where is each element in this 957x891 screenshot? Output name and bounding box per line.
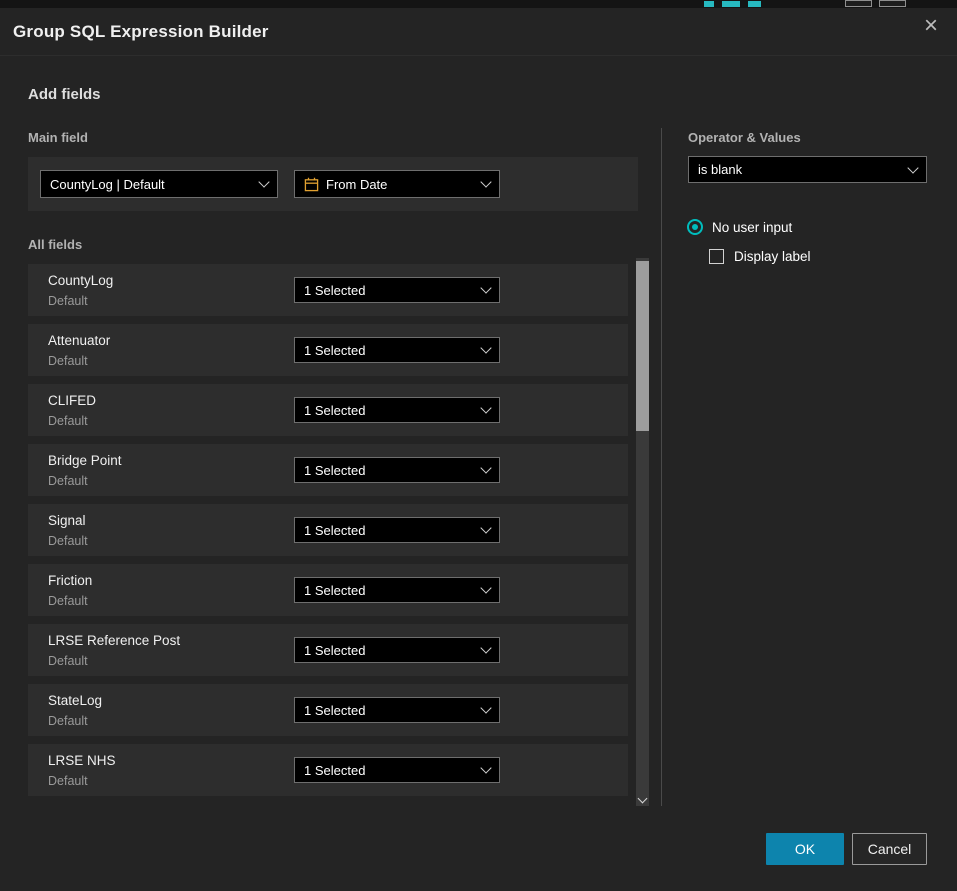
- field-row: CountyLog Default 1 Selected: [28, 264, 628, 316]
- field-name: LRSE NHS: [48, 753, 116, 768]
- background-fragment: [722, 1, 740, 7]
- main-field-label: Main field: [28, 130, 88, 145]
- field-selected-dropdown[interactable]: 1 Selected: [294, 637, 500, 663]
- field-name: CountyLog: [48, 273, 113, 288]
- cancel-button[interactable]: Cancel: [852, 833, 927, 865]
- panel-divider: [661, 128, 662, 806]
- chevron-down-icon: [907, 162, 918, 173]
- field-subtitle: Default: [48, 354, 88, 368]
- main-field-field-value: From Date: [326, 177, 482, 192]
- field-subtitle: Default: [48, 594, 88, 608]
- chevron-down-icon: [480, 762, 491, 773]
- field-name: Attenuator: [48, 333, 110, 348]
- field-name: StateLog: [48, 693, 102, 708]
- field-selected-dropdown[interactable]: 1 Selected: [294, 697, 500, 723]
- field-row: LRSE NHS Default 1 Selected: [28, 744, 628, 796]
- background-app-strip: [0, 0, 957, 8]
- main-field-field-dropdown[interactable]: From Date: [294, 170, 500, 198]
- no-user-input-option: No user input: [687, 219, 792, 235]
- field-selected-dropdown[interactable]: 1 Selected: [294, 757, 500, 783]
- dialog-titlebar: Group SQL Expression Builder: [0, 8, 957, 56]
- field-selected-value: 1 Selected: [304, 523, 482, 538]
- field-subtitle: Default: [48, 474, 88, 488]
- chevron-down-icon: [480, 582, 491, 593]
- dialog-title: Group SQL Expression Builder: [13, 22, 269, 42]
- field-row: Attenuator Default 1 Selected: [28, 324, 628, 376]
- field-row: Signal Default 1 Selected: [28, 504, 628, 556]
- field-subtitle: Default: [48, 414, 88, 428]
- field-selected-value: 1 Selected: [304, 283, 482, 298]
- chevron-down-icon: [480, 282, 491, 293]
- operator-value: is blank: [698, 162, 909, 177]
- chevron-down-icon: [258, 176, 269, 187]
- field-selected-value: 1 Selected: [304, 583, 482, 598]
- field-selected-value: 1 Selected: [304, 463, 482, 478]
- background-fragment: [748, 1, 761, 7]
- field-selected-value: 1 Selected: [304, 403, 482, 418]
- operator-dropdown[interactable]: is blank: [688, 156, 927, 183]
- field-selected-dropdown[interactable]: 1 Selected: [294, 577, 500, 603]
- field-subtitle: Default: [48, 774, 88, 788]
- all-fields-list: CountyLog Default 1 Selected Attenuator …: [28, 264, 628, 796]
- field-selected-dropdown[interactable]: 1 Selected: [294, 457, 500, 483]
- chevron-down-icon: [480, 402, 491, 413]
- field-row: StateLog Default 1 Selected: [28, 684, 628, 736]
- field-selected-dropdown[interactable]: 1 Selected: [294, 337, 500, 363]
- background-fragment: [879, 0, 906, 7]
- field-selected-value: 1 Selected: [304, 643, 482, 658]
- field-subtitle: Default: [48, 714, 88, 728]
- background-fragment: [845, 0, 872, 7]
- background-fragment: [704, 1, 714, 7]
- display-label-text: Display label: [734, 249, 811, 264]
- chevron-down-icon: [480, 702, 491, 713]
- main-field-source-dropdown[interactable]: CountyLog | Default: [40, 170, 278, 198]
- group-sql-expression-builder-dialog: Group SQL Expression Builder × Add field…: [0, 0, 957, 891]
- main-field-source-value: CountyLog | Default: [50, 177, 260, 192]
- main-field-panel: CountyLog | Default From Date: [28, 157, 638, 211]
- calendar-icon: [304, 177, 319, 192]
- scrollbar-track[interactable]: [636, 258, 649, 806]
- field-name: Signal: [48, 513, 86, 528]
- scrollbar-thumb[interactable]: [636, 261, 649, 431]
- all-fields-label: All fields: [28, 237, 82, 252]
- field-selected-value: 1 Selected: [304, 703, 482, 718]
- field-row: CLIFED Default 1 Selected: [28, 384, 628, 436]
- field-name: Friction: [48, 573, 92, 588]
- field-selected-value: 1 Selected: [304, 763, 482, 778]
- radio-dot: [692, 224, 698, 230]
- field-row: Friction Default 1 Selected: [28, 564, 628, 616]
- chevron-down-icon: [480, 342, 491, 353]
- field-subtitle: Default: [48, 294, 88, 308]
- field-selected-value: 1 Selected: [304, 343, 482, 358]
- chevron-down-icon: [480, 462, 491, 473]
- chevron-down-icon: [480, 642, 491, 653]
- field-name: CLIFED: [48, 393, 96, 408]
- add-fields-heading: Add fields: [28, 86, 101, 103]
- chevron-down-icon: [480, 522, 491, 533]
- scrollbar-down-arrow-icon[interactable]: [638, 794, 648, 804]
- field-selected-dropdown[interactable]: 1 Selected: [294, 397, 500, 423]
- field-subtitle: Default: [48, 534, 88, 548]
- no-user-input-label: No user input: [712, 220, 792, 235]
- ok-button[interactable]: OK: [766, 833, 844, 865]
- field-selected-dropdown[interactable]: 1 Selected: [294, 277, 500, 303]
- field-name: LRSE Reference Post: [48, 633, 180, 648]
- display-label-checkbox[interactable]: [709, 249, 724, 264]
- chevron-down-icon: [480, 176, 491, 187]
- display-label-option: Display label: [709, 249, 811, 264]
- operator-values-heading: Operator & Values: [688, 130, 801, 145]
- field-selected-dropdown[interactable]: 1 Selected: [294, 517, 500, 543]
- field-subtitle: Default: [48, 654, 88, 668]
- no-user-input-radio[interactable]: [687, 219, 703, 235]
- field-row: LRSE Reference Post Default 1 Selected: [28, 624, 628, 676]
- field-name: Bridge Point: [48, 453, 122, 468]
- close-icon[interactable]: ×: [919, 14, 943, 38]
- field-row: Bridge Point Default 1 Selected: [28, 444, 628, 496]
